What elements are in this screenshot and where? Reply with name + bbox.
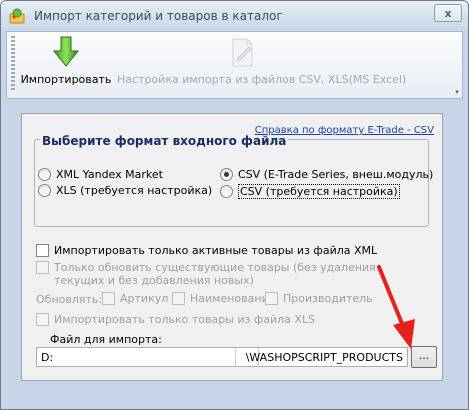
format-option-label: XLS (требуется настройка) <box>56 184 213 197</box>
active-only-label: Импортировать только активные товары из … <box>54 244 378 257</box>
update-name-checkbox[interactable]: Наименование <box>172 292 275 305</box>
update-field-label: Наименование <box>190 292 276 305</box>
active-only-checkbox[interactable]: Импортировать только активные товары из … <box>36 244 377 257</box>
import-window: Импорт категорий и товаров в каталог x И… <box>0 0 469 410</box>
format-option-label: CSV (E-Trade Series, внеш.модуль) <box>238 168 434 181</box>
import-settings-label: Настройка импорта из файлов CSV, XLS(MS … <box>117 73 407 86</box>
update-field-label: Артикул <box>120 292 169 305</box>
import-settings-button[interactable]: Настройка импорта из файлов CSV, XLS(MS … <box>117 34 407 92</box>
update-existing-checkbox[interactable]: Только обновить существующие товары (без… <box>36 261 376 287</box>
radio-selected-icon <box>220 168 233 181</box>
close-button[interactable]: x <box>434 4 462 22</box>
format-option-xls[interactable]: XLS (требуется настройка) <box>38 184 212 197</box>
update-existing-line1: Только обновить существующие товары (без… <box>54 261 376 274</box>
xls-only-checkbox[interactable]: Импортировать только товары из файла XLS <box>36 313 315 326</box>
update-existing-line2: текущих и без добавления новых) <box>54 274 254 287</box>
import-button[interactable]: Импортировать <box>19 34 113 92</box>
close-icon: x <box>444 6 452 20</box>
format-option-csv-custom[interactable]: CSV (требуется настройка) <box>220 184 400 199</box>
update-field-label: Производитель <box>283 292 373 305</box>
format-option-label: XML Yandex Market <box>56 168 163 181</box>
checkbox-icon <box>172 292 185 305</box>
update-manufacturer-checkbox[interactable]: Производитель <box>265 292 373 305</box>
format-group <box>34 139 429 227</box>
toolbar: Импортировать Настройка импорта из файло… <box>6 31 463 99</box>
update-fields-label: Обновлять: <box>36 293 103 306</box>
csv-help-link[interactable]: Справка по формату E-Trade - CSV <box>255 125 434 136</box>
radio-icon <box>38 184 51 197</box>
format-group-title: Выберите формат входного файла <box>40 134 289 148</box>
radio-icon <box>38 168 51 181</box>
down-arrow-icon <box>52 36 80 67</box>
title-bar: Импорт категорий и товаров в каталог x <box>1 1 468 31</box>
file-path-start: D: <box>41 351 54 364</box>
file-path-input[interactable]: D: \WASHOPSCRIPT_PRODUCTS <box>36 347 408 367</box>
toolbar-overflow-icon[interactable]: ▾ <box>453 88 461 97</box>
file-label: Файл для импорта: <box>50 333 162 346</box>
format-option-xml-yandex[interactable]: XML Yandex Market <box>38 168 163 181</box>
format-option-csv-etrade[interactable]: CSV (E-Trade Series, внеш.модуль) <box>220 168 433 181</box>
checkbox-icon <box>36 313 49 326</box>
window-title: Импорт категорий и товаров в каталог <box>34 9 283 23</box>
checkbox-icon <box>36 261 49 274</box>
app-icon <box>9 8 25 24</box>
radio-icon <box>220 185 233 198</box>
import-label: Импортировать <box>20 73 112 86</box>
update-existing-label: Только обновить существующие товары (без… <box>54 261 376 287</box>
toolbar-grip[interactable] <box>11 36 15 92</box>
checkbox-icon <box>102 292 115 305</box>
checkbox-icon <box>36 244 49 257</box>
xls-only-label: Импортировать только товары из файла XLS <box>54 313 316 326</box>
checkbox-icon <box>265 292 278 305</box>
red-arrow-annotation-icon <box>377 265 415 349</box>
format-option-label: CSV (требуется настройка) <box>238 184 400 199</box>
update-sku-checkbox[interactable]: Артикул <box>102 292 168 305</box>
document-edit-icon <box>232 38 253 67</box>
